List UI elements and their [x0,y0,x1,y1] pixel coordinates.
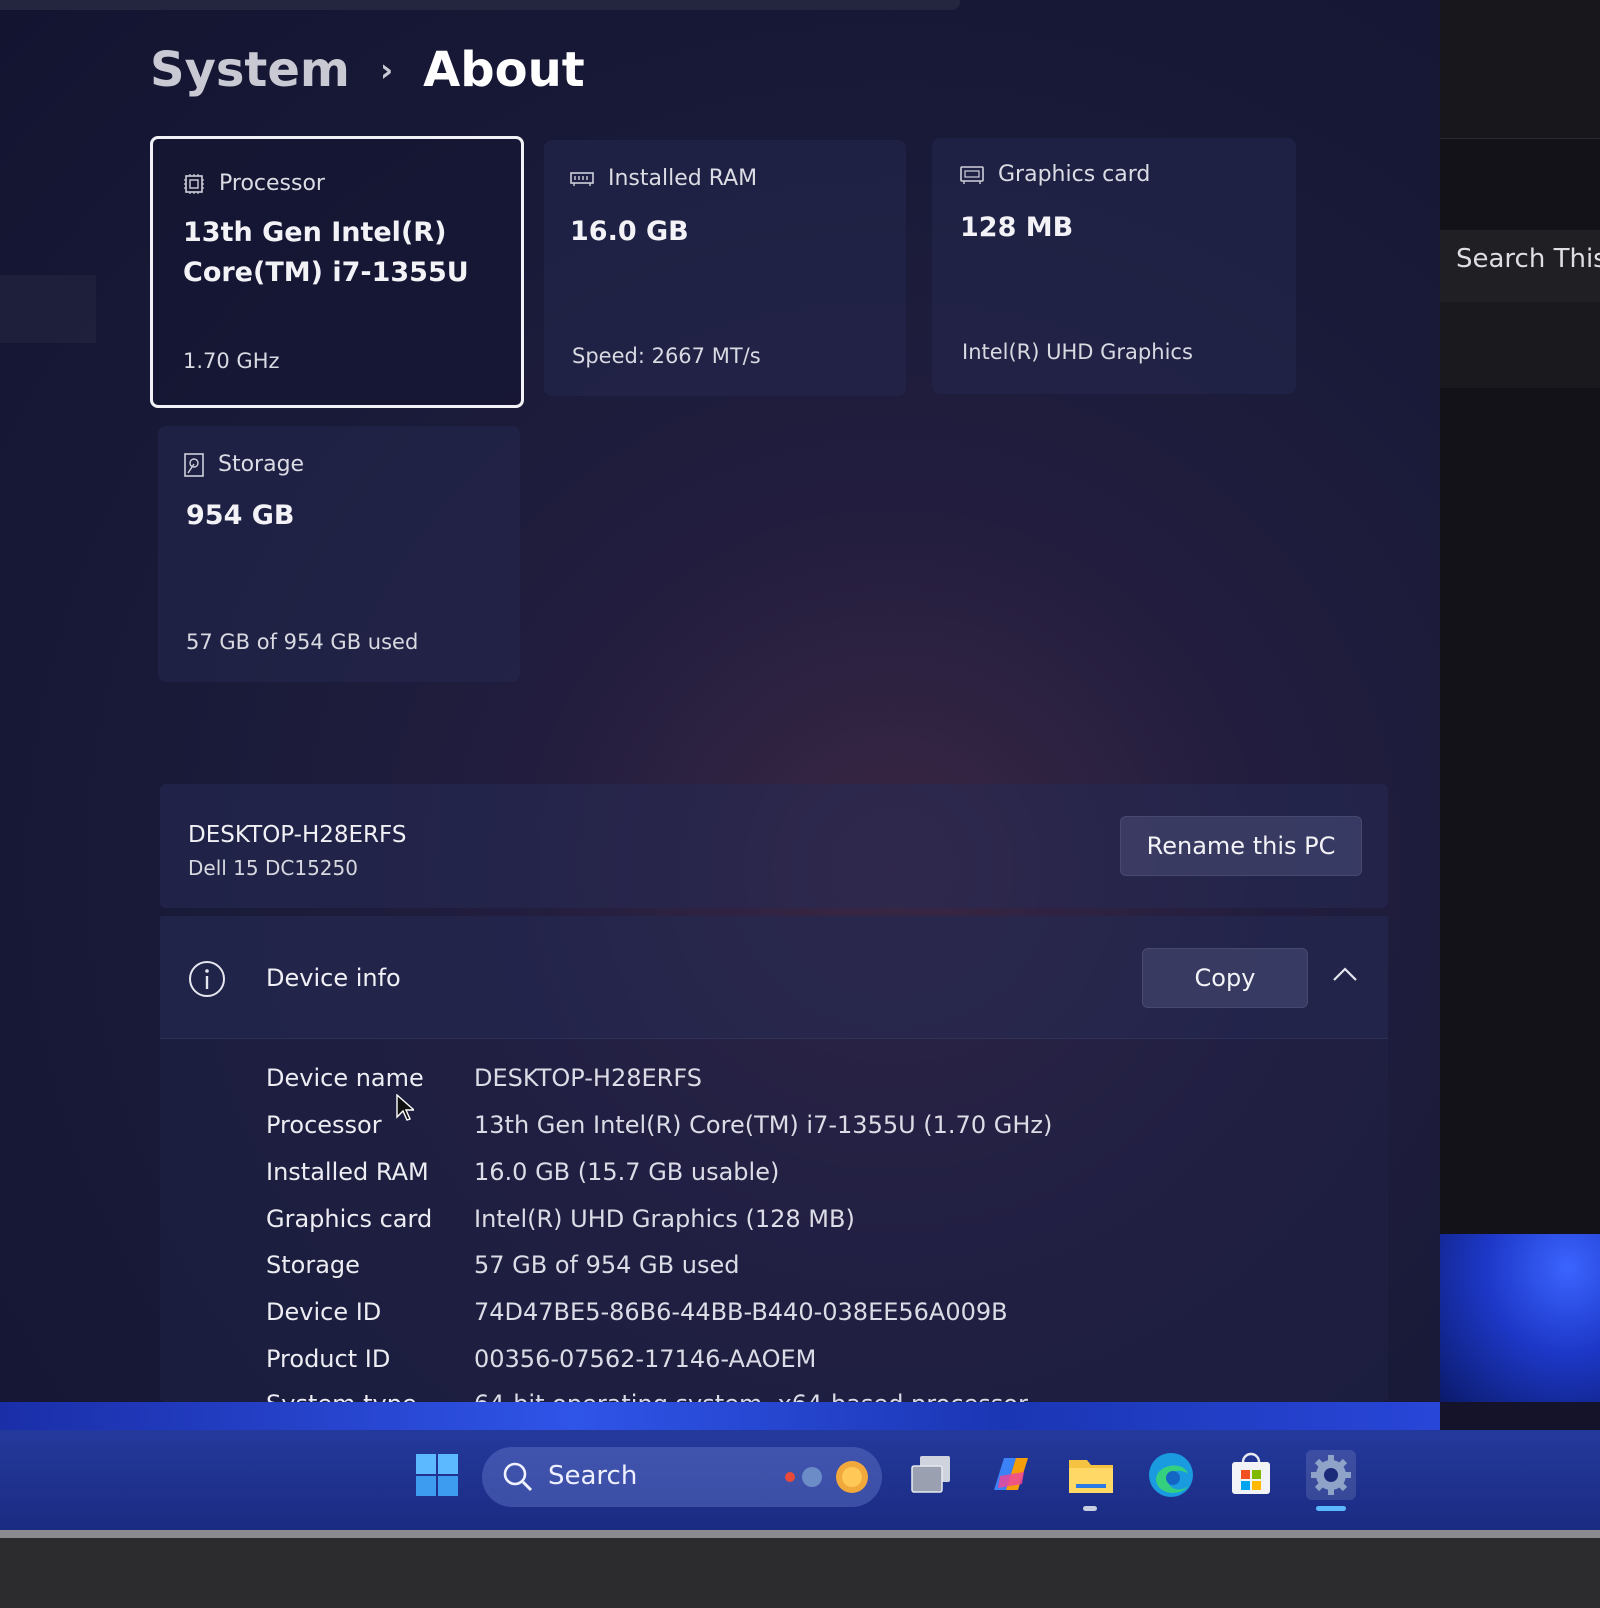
spec-value[interactable]: 13th Gen Intel(R) Core(TM) i7-1355U (1.7… [474,1111,1052,1139]
spec-row: Installed RAM 16.0 GB (15.7 GB usable) [266,1158,1266,1190]
laptop-bezel [0,1530,1600,1608]
task-view-icon[interactable] [906,1450,956,1500]
desktop-wallpaper-strip [0,1402,1440,1430]
spec-label: Storage [266,1251,360,1279]
ram-icon [570,171,594,186]
spec-row: Graphics card Intel(R) UHD Graphics (128… [266,1205,1266,1237]
spec-value[interactable]: 74D47BE5-86B6-44BB-B440-038EE56A009B [474,1298,1008,1326]
pc-model: Dell 15 DC15250 [188,856,358,880]
processor-icon [184,173,204,194]
ram-card-label: Installed RAM [608,166,758,191]
ram-card-header: Installed RAM [570,166,757,191]
copy-button[interactable]: Copy [1142,948,1308,1008]
desktop-wallpaper [1440,1234,1600,1402]
spec-row: System type 64-bit operating system, x64… [266,1390,1266,1402]
storage-card-value: 954 GB [186,500,295,531]
spec-label: Graphics card [266,1205,433,1233]
processor-card[interactable]: Processor 13th Gen Intel(R) Core(TM) i7-… [150,136,524,408]
rename-pc-button[interactable]: Rename this PC [1120,816,1362,876]
breadcrumb-system[interactable]: System [150,42,350,98]
device-info-header[interactable]: Device info Copy [160,916,1388,1039]
storage-card-label: Storage [218,452,305,477]
spec-row: Device name DESKTOP-H28ERFS [266,1064,1266,1096]
search-this-pc-box[interactable]: Search This PC [1440,230,1600,303]
file-explorer-icon[interactable] [1066,1450,1116,1500]
ram-card-sub: Speed: 2667 MT/s [572,344,761,368]
start-icon[interactable] [412,1450,462,1500]
breadcrumb-separator: › [379,51,394,89]
store-icon[interactable] [1226,1450,1276,1500]
ram-card-value: 16.0 GB [570,216,689,247]
pc-name-row: DESKTOP-H28ERFS Dell 15 DC15250 Rename t… [160,784,1388,908]
spec-row: Storage 57 GB of 954 GB used [266,1251,1266,1283]
spec-label: System type [266,1390,476,1402]
taskbar: Search [0,1430,1600,1530]
background-window-bar [1440,302,1600,388]
spec-row: Device ID 74D47BE5-86B6-44BB-B440-038EE5… [266,1298,1266,1330]
taskbar-search-box[interactable]: Search [482,1447,882,1507]
chevron-up-icon[interactable] [1332,966,1358,982]
search-icon [503,1462,533,1492]
spec-value[interactable]: 57 GB of 954 GB used [474,1251,739,1279]
storage-card[interactable]: Storage 954 GB 57 GB of 954 GB used [158,426,520,682]
graphics-card-icon [960,165,984,184]
spec-label: Installed RAM [266,1158,429,1186]
spec-value[interactable]: Intel(R) UHD Graphics (128 MB) [474,1205,855,1233]
spec-row: Product ID 00356-07562-17146-AAOEM [266,1345,1266,1377]
settings-active-indicator [1316,1506,1346,1511]
copilot-icon[interactable] [986,1450,1036,1500]
processor-card-value: 13th Gen Intel(R) Core(TM) i7-1355U [183,217,469,288]
page-title: About [423,42,585,98]
processor-card-sub: 1.70 GHz [183,349,280,373]
spec-value[interactable]: DESKTOP-H28ERFS [474,1064,702,1092]
spec-label: Device ID [266,1298,382,1326]
spec-label: Processor [266,1111,382,1139]
info-icon [189,961,225,997]
storage-card-sub: 57 GB of 954 GB used [186,630,419,654]
storage-card-header: Storage [184,452,304,477]
spec-label: Device name [266,1064,424,1092]
storage-icon [184,452,204,477]
settings-window: System › About Processor 13th Gen Intel(… [0,0,1440,1402]
search-this-pc-label: Search This PC [1456,244,1600,274]
pc-name: DESKTOP-H28ERFS [188,822,407,848]
spec-label: Product ID [266,1345,391,1373]
nav-selection-highlight [0,275,96,343]
spec-value[interactable]: 00356-07562-17146-AAOEM [474,1345,816,1373]
spec-value[interactable]: 64-bit operating system, x64-based proce… [474,1390,1028,1402]
ram-card[interactable]: Installed RAM 16.0 GB Speed: 2667 MT/s [544,140,906,396]
breadcrumb: System › About [150,42,585,98]
device-info-panel: Device info Copy Device name DESKTOP-H28… [160,916,1388,1402]
processor-card-label: Processor [219,171,325,196]
graphics-card-label: Graphics card [998,162,1151,187]
graphics-card-card[interactable]: Graphics card 128 MB Intel(R) UHD Graphi… [932,138,1296,394]
graphics-card-value: 128 MB [960,212,1074,243]
background-window-header [1440,0,1600,139]
file-explorer-running-indicator [1083,1506,1097,1511]
graphics-card-sub: Intel(R) UHD Graphics [962,340,1193,364]
window-top-edge [0,0,960,10]
device-info-title: Device info [266,964,401,992]
mouse-cursor-icon [396,1094,414,1121]
taskbar-search-label: Search [548,1461,638,1491]
search-highlight-icon [785,1461,868,1493]
processor-card-header: Processor [183,171,325,196]
background-window [1440,0,1600,1402]
edge-icon[interactable] [1146,1450,1196,1500]
settings-icon[interactable] [1306,1450,1356,1500]
spec-row: Processor 13th Gen Intel(R) Core(TM) i7-… [266,1111,1266,1143]
spec-value[interactable]: 16.0 GB (15.7 GB usable) [474,1158,779,1186]
graphics-card-header: Graphics card [960,162,1150,187]
